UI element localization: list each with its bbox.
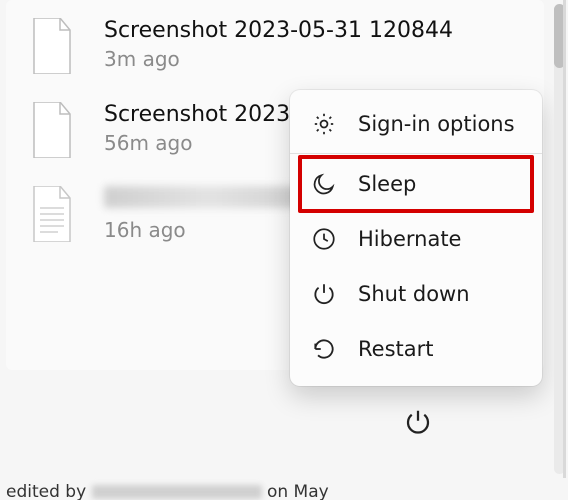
gear-icon — [310, 110, 338, 138]
restart-icon — [310, 335, 338, 363]
menu-restart[interactable]: Restart — [290, 321, 542, 376]
blank-page-icon — [30, 18, 74, 74]
footer-redacted — [92, 485, 262, 499]
menu-sleep[interactable]: Sleep — [290, 156, 542, 211]
moon-icon — [310, 170, 338, 198]
power-menu: Sign-in options Sleep Hibernate Shut dow… — [290, 90, 542, 386]
power-button[interactable] — [396, 400, 440, 444]
menu-sign-in-options[interactable]: Sign-in options — [290, 96, 542, 151]
scroll-indicator — [563, 0, 566, 478]
file-row[interactable]: Screenshot 2023-05-31 120844 3m ago — [6, 4, 544, 88]
menu-hibernate[interactable]: Hibernate — [290, 211, 542, 266]
menu-shut-down[interactable]: Shut down — [290, 266, 542, 321]
clock-icon — [310, 225, 338, 253]
lined-page-icon — [30, 186, 74, 242]
menu-separator — [290, 153, 542, 154]
file-name: Screenshot 2023-05-31 120844 — [104, 18, 538, 43]
blank-page-icon — [30, 102, 74, 158]
file-time: 3m ago — [104, 47, 538, 71]
menu-label: Sleep — [358, 172, 416, 196]
menu-label: Hibernate — [358, 227, 461, 251]
menu-label: Shut down — [358, 282, 470, 306]
footer-caption: edited by on May — [6, 482, 526, 500]
file-meta: Screenshot 2023-05-31 120844 3m ago — [104, 18, 538, 71]
menu-label: Sign-in options — [358, 112, 515, 136]
menu-label: Restart — [358, 337, 433, 361]
footer-suffix: on May — [267, 482, 329, 500]
power-icon — [310, 280, 338, 308]
footer-prefix: edited by — [6, 482, 86, 500]
